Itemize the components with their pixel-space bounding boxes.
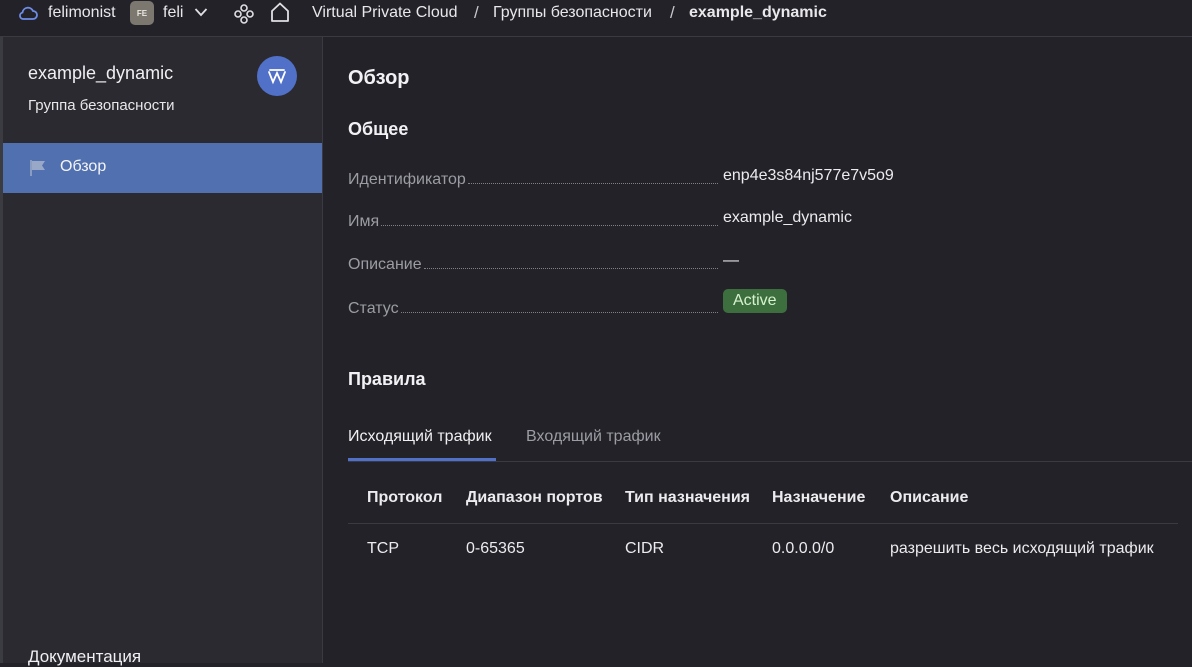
property-label: Описание xyxy=(348,256,422,273)
leader-dots xyxy=(400,311,718,313)
cell-port-range: 0-65365 xyxy=(466,540,525,557)
documentation-link[interactable]: Документация xyxy=(28,647,141,667)
breadcrumb-security-groups[interactable]: Группы безопасности xyxy=(493,4,652,22)
tab-egress[interactable]: Исходящий трафик xyxy=(348,428,492,446)
leader-dots xyxy=(467,182,718,184)
org-avatar[interactable]: FE xyxy=(130,1,154,25)
top-bar: felimonist FE feli Virtual Private Cloud… xyxy=(0,0,1192,37)
sidebar: example_dynamic Группа безопасности Обзо… xyxy=(3,37,323,666)
sidebar-item-label: Обзор xyxy=(60,158,107,175)
page-title: Обзор xyxy=(348,67,410,89)
tab-ingress[interactable]: Входящий трафик xyxy=(526,428,661,446)
breadcrumb-current: example_dynamic xyxy=(689,4,827,21)
status-badge: Active xyxy=(723,289,787,313)
cloud-icon[interactable] xyxy=(18,5,38,21)
property-value: example_dynamic xyxy=(723,209,852,226)
column-header-protocol[interactable]: Протокол xyxy=(367,489,442,507)
breadcrumb-vpc[interactable]: Virtual Private Cloud xyxy=(312,4,458,22)
main-content: Обзор Общее Идентификатор enp4e3s84nj577… xyxy=(323,37,1192,663)
property-status: Статус Active xyxy=(348,289,798,318)
column-header-destination-type[interactable]: Тип назначения xyxy=(625,489,750,507)
property-name: Имя example_dynamic xyxy=(348,209,852,231)
property-value: — xyxy=(723,252,739,269)
flag-icon xyxy=(30,160,45,176)
leader-dots xyxy=(423,267,718,269)
security-group-icon xyxy=(257,56,297,96)
rules-tabs: Исходящий трафик Входящий трафик xyxy=(348,415,1192,462)
column-header-description[interactable]: Описание xyxy=(890,489,968,507)
property-label: Имя xyxy=(348,213,380,230)
property-label: Идентификатор xyxy=(348,171,466,188)
nodes-icon[interactable] xyxy=(233,3,255,25)
cell-protocol: TCP xyxy=(367,540,399,557)
table-header: Протокол Диапазон портов Тип назначения … xyxy=(348,477,1178,524)
section-title-general: Общее xyxy=(348,119,409,139)
leader-dots xyxy=(381,224,718,226)
section-title-rules: Правила xyxy=(348,369,426,389)
cell-destination-type: CIDR xyxy=(625,540,665,557)
cell-description: разрешить весь исходящий трафик xyxy=(890,540,1154,557)
table-row[interactable]: TCP 0-65365 CIDR 0.0.0.0/0 разрешить вес… xyxy=(348,524,1178,574)
column-header-port-range[interactable]: Диапазон портов xyxy=(466,489,603,507)
column-header-destination[interactable]: Назначение xyxy=(772,489,865,507)
chevron-down-icon[interactable] xyxy=(194,7,208,17)
breadcrumb-separator: / xyxy=(474,3,479,22)
resource-title: example_dynamic xyxy=(28,63,174,83)
property-label: Статус xyxy=(348,300,399,317)
breadcrumb-separator: / xyxy=(670,3,675,22)
resource-type: Группа безопасности xyxy=(28,97,175,114)
property-value[interactable]: enp4e3s84nj577e7v5o9 xyxy=(723,167,894,185)
sidebar-item-overview[interactable]: Обзор xyxy=(3,143,322,193)
property-description: Описание — xyxy=(348,252,798,274)
cell-destination: 0.0.0.0/0 xyxy=(772,540,835,557)
account-name[interactable]: felimonist xyxy=(48,4,116,22)
property-id: Идентификатор enp4e3s84nj577e7v5o9 xyxy=(348,167,894,189)
active-tab-indicator xyxy=(348,458,496,461)
home-icon[interactable] xyxy=(269,1,291,23)
org-name[interactable]: feli xyxy=(163,4,183,22)
